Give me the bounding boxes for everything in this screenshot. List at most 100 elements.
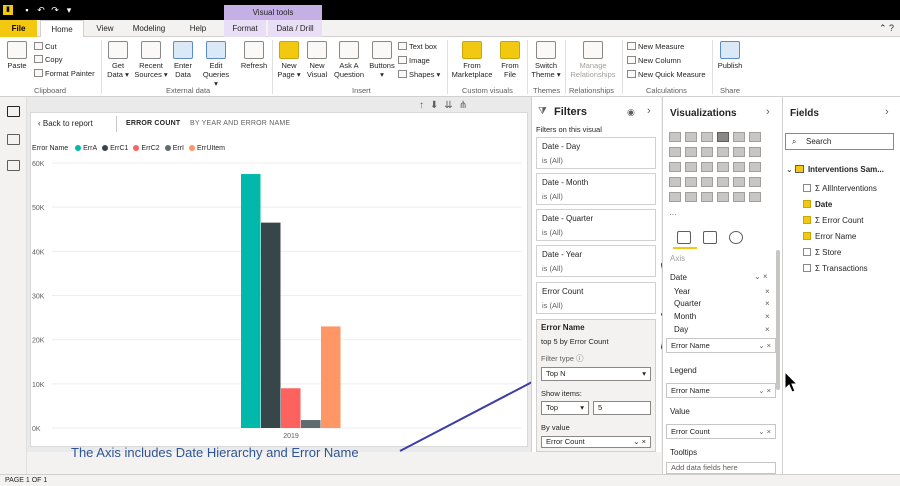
filter-card-error-count[interactable]: Error Count is (All) bbox=[536, 282, 656, 314]
visual-type-icon[interactable] bbox=[749, 192, 761, 202]
visual-type-icon[interactable] bbox=[669, 177, 681, 187]
field-item[interactable]: Σ Store bbox=[803, 248, 841, 257]
visual-type-icon[interactable] bbox=[669, 162, 681, 172]
visual-type-icon[interactable] bbox=[669, 192, 681, 202]
field-item[interactable]: Σ Transactions bbox=[803, 264, 868, 273]
field-checkbox[interactable] bbox=[803, 232, 811, 240]
recent-sources-button[interactable]: Recent Sources ▾ bbox=[134, 41, 168, 79]
hierarchy-quarter[interactable]: Quarter bbox=[674, 299, 701, 308]
visual-type-icon[interactable] bbox=[669, 132, 681, 142]
visual-type-icon[interactable] bbox=[733, 162, 745, 172]
axis-date-chevron-icon[interactable]: ⌄ × bbox=[754, 272, 768, 281]
tab-file[interactable]: File bbox=[0, 20, 37, 37]
cut-button[interactable]: Cut bbox=[34, 42, 57, 52]
get-data-button[interactable]: Get Data ▾ bbox=[104, 41, 132, 79]
legend-item[interactable]: ErrA bbox=[75, 145, 97, 152]
visual-type-icon[interactable] bbox=[733, 192, 745, 202]
collapse-visualizations-icon[interactable]: › bbox=[766, 106, 770, 118]
tab-format[interactable]: Format bbox=[224, 20, 266, 37]
remove-day-icon[interactable]: × bbox=[765, 325, 770, 334]
by-value-field[interactable]: Error Count ⌄ × bbox=[541, 436, 651, 448]
visual-type-icon[interactable] bbox=[717, 132, 729, 142]
visual-type-icon[interactable] bbox=[685, 147, 697, 157]
enter-data-button[interactable]: Enter Data bbox=[170, 41, 196, 79]
ask-question-button[interactable]: Ask A Question bbox=[332, 41, 366, 79]
legend-field-error-name[interactable]: Error Name ⌄ × bbox=[666, 383, 776, 398]
paste-button[interactable]: Paste bbox=[4, 41, 30, 70]
hierarchy-day[interactable]: Day bbox=[674, 325, 688, 334]
save-icon[interactable]: ▪ bbox=[22, 5, 32, 15]
report-view-icon[interactable] bbox=[7, 106, 20, 117]
new-quick-measure-button[interactable]: New Quick Measure bbox=[627, 70, 706, 80]
visual-header-icons[interactable]: ↑⬇⇊⋔ bbox=[419, 100, 473, 111]
format-paint-roller-icon[interactable] bbox=[703, 231, 717, 244]
back-to-report-link[interactable]: ‹ Back to report bbox=[38, 119, 93, 128]
tab-modeling[interactable]: Modeling bbox=[128, 20, 170, 37]
field-item[interactable]: Error Name bbox=[803, 232, 856, 241]
legend-item[interactable]: ErrUItem bbox=[188, 145, 225, 152]
bar-erri[interactable] bbox=[301, 420, 321, 428]
visual-type-icon[interactable] bbox=[701, 192, 713, 202]
new-measure-button[interactable]: New Measure bbox=[627, 42, 684, 52]
field-item[interactable]: Σ Error Count bbox=[803, 216, 864, 225]
visual-type-icon[interactable] bbox=[749, 147, 761, 157]
visual-type-icon[interactable] bbox=[717, 177, 729, 187]
field-item[interactable]: Σ AllInterventions bbox=[803, 184, 877, 193]
remove-field-icon[interactable]: ⌄ × bbox=[758, 384, 771, 397]
visualizations-scrollbar[interactable] bbox=[776, 250, 780, 390]
visual-type-icon[interactable] bbox=[701, 177, 713, 187]
tab-home[interactable]: Home bbox=[40, 20, 84, 37]
hierarchy-month[interactable]: Month bbox=[674, 312, 696, 321]
field-checkbox[interactable] bbox=[803, 264, 811, 272]
remove-quarter-icon[interactable]: × bbox=[765, 299, 770, 308]
tab-help[interactable]: Help bbox=[184, 20, 212, 37]
visual-type-icon[interactable] bbox=[733, 132, 745, 142]
field-checkbox[interactable] bbox=[803, 216, 811, 224]
shapes-button[interactable]: Shapes ▾ bbox=[398, 70, 440, 80]
ribbon-collapse-icon[interactable]: ⌃ ? bbox=[879, 23, 894, 34]
filter-card-date-quarter[interactable]: Date - Quarter is (All) bbox=[536, 209, 656, 241]
fields-search-input[interactable]: ⌕ Search bbox=[785, 133, 894, 150]
fields-well-icon[interactable] bbox=[677, 231, 691, 244]
more-visuals-icon[interactable]: ··· bbox=[669, 210, 677, 219]
value-field-error-count[interactable]: Error Count ⌄ × bbox=[666, 424, 776, 439]
bar-errc1[interactable] bbox=[261, 222, 281, 428]
visual-type-icon[interactable] bbox=[669, 147, 681, 157]
visual-type-icon[interactable] bbox=[749, 132, 761, 142]
hierarchy-year[interactable]: Year bbox=[674, 287, 690, 296]
visual-type-icon[interactable] bbox=[717, 147, 729, 157]
bar-erra[interactable] bbox=[241, 174, 261, 428]
publish-button[interactable]: Publish bbox=[716, 41, 744, 70]
field-checkbox[interactable] bbox=[803, 200, 811, 208]
new-visual-button[interactable]: New Visual bbox=[304, 41, 330, 79]
new-page-button[interactable]: New Page ▾ bbox=[276, 41, 302, 79]
remove-month-icon[interactable]: × bbox=[765, 312, 770, 321]
edit-queries-button[interactable]: Edit Queries ▾ bbox=[200, 41, 232, 88]
show-items-count-input[interactable]: 5 bbox=[593, 401, 651, 415]
visual-type-icon[interactable] bbox=[701, 132, 713, 142]
image-button[interactable]: Image bbox=[398, 56, 430, 66]
field-checkbox[interactable] bbox=[803, 184, 811, 192]
visual-type-icon[interactable] bbox=[733, 177, 745, 187]
visual-type-icon[interactable] bbox=[685, 132, 697, 142]
show-items-direction-select[interactable]: Top ▾ bbox=[541, 401, 589, 415]
filter-card-date-year[interactable]: Date - Year is (All) bbox=[536, 245, 656, 277]
refresh-button[interactable]: Refresh bbox=[239, 41, 269, 70]
remove-field-icon[interactable]: ⌄ × bbox=[758, 425, 771, 438]
from-file-button[interactable]: From File bbox=[496, 41, 524, 79]
visual-type-icon[interactable] bbox=[749, 162, 761, 172]
bar-errc2[interactable] bbox=[281, 388, 301, 428]
tooltips-drop-zone[interactable]: Add data fields here bbox=[666, 462, 776, 474]
buttons-button[interactable]: Buttons ▾ bbox=[367, 41, 397, 79]
visual-type-icon[interactable] bbox=[685, 177, 697, 187]
format-painter-button[interactable]: Format Painter bbox=[34, 69, 95, 79]
axis-field-error-name[interactable]: Error Name ⌄ × bbox=[666, 338, 776, 353]
legend-item[interactable]: ErrC1 bbox=[102, 145, 128, 152]
filter-card-date-month[interactable]: Date - Month is (All) bbox=[536, 173, 656, 205]
axis-field-date[interactable]: Date bbox=[670, 273, 687, 282]
legend-item[interactable]: ErrC2 bbox=[133, 145, 160, 152]
field-item[interactable]: Date bbox=[803, 200, 832, 209]
from-marketplace-button[interactable]: From Marketplace bbox=[450, 41, 494, 79]
filter-type-select[interactable]: Top N ▾ bbox=[541, 367, 651, 381]
analytics-magnifier-icon[interactable] bbox=[729, 231, 743, 244]
